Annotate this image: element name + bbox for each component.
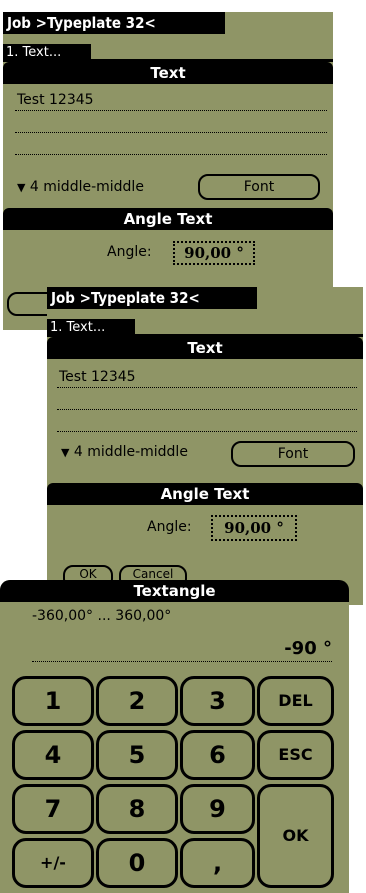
text-line-3[interactable] — [15, 134, 327, 155]
angle-section-header-2: Angle Text — [47, 483, 363, 505]
key-ok[interactable]: OK — [257, 784, 334, 888]
font-button[interactable]: Font — [198, 174, 320, 200]
textangle-title: Textangle — [0, 580, 349, 602]
key-del[interactable]: DEL — [257, 676, 334, 726]
title-tab[interactable]: Job >Typeplate 32< — [3, 12, 225, 34]
angle-label: Angle: — [107, 244, 152, 260]
text-line-1[interactable]: Test 12345 — [15, 90, 327, 111]
screen-1: Job >Typeplate 32< 1. Text... Text Test … — [3, 12, 333, 330]
key-5[interactable]: 5 — [96, 730, 178, 780]
key-0[interactable]: 0 — [96, 838, 178, 888]
textangle-dialog: Textangle -360,00° ... 360,00° -90 ° 1 2… — [0, 580, 349, 893]
alignment-dropdown[interactable]: ▼ 4 middle-middle — [17, 176, 197, 198]
font-button-2[interactable]: Font — [231, 441, 355, 467]
key-3[interactable]: 3 — [180, 676, 255, 726]
angle-field-2[interactable]: 90,00 ° — [211, 515, 297, 541]
alignment-label-2: 4 middle-middle — [73, 444, 188, 460]
text-section-header-2: Text — [47, 337, 363, 359]
text-section-header: Text — [3, 62, 333, 84]
key-1[interactable]: 1 — [12, 676, 94, 726]
value-display[interactable]: -90 ° — [32, 630, 332, 662]
key-2[interactable]: 2 — [96, 676, 178, 726]
alignment-dropdown-2[interactable]: ▼ 4 middle-middle — [61, 441, 241, 463]
angle-field[interactable]: 90,00 ° — [173, 241, 255, 265]
text-line-3b[interactable] — [57, 411, 357, 432]
chevron-down-icon: ▼ — [17, 181, 26, 194]
range-label: -360,00° ... 360,00° — [32, 608, 172, 624]
key-4[interactable]: 4 — [12, 730, 94, 780]
angle-label-2: Angle: — [147, 519, 192, 535]
angle-section-header: Angle Text — [3, 208, 333, 230]
text-line-1b[interactable]: Test 12345 — [57, 367, 357, 388]
title-tab-2[interactable]: Job >Typeplate 32< — [47, 287, 257, 309]
text-line-2[interactable] — [15, 112, 327, 133]
key-6[interactable]: 6 — [180, 730, 255, 780]
key-comma[interactable]: , — [180, 838, 255, 888]
chevron-down-icon-2: ▼ — [61, 446, 70, 459]
alignment-label: 4 middle-middle — [29, 179, 144, 195]
screen-2: Job >Typeplate 32< 1. Text... Text Test … — [47, 287, 363, 605]
key-esc[interactable]: ESC — [257, 730, 334, 780]
key-8[interactable]: 8 — [96, 784, 178, 834]
text-line-2b[interactable] — [57, 389, 357, 410]
key-plus-minus[interactable]: +/- — [12, 838, 94, 888]
key-7[interactable]: 7 — [12, 784, 94, 834]
key-9[interactable]: 9 — [180, 784, 255, 834]
